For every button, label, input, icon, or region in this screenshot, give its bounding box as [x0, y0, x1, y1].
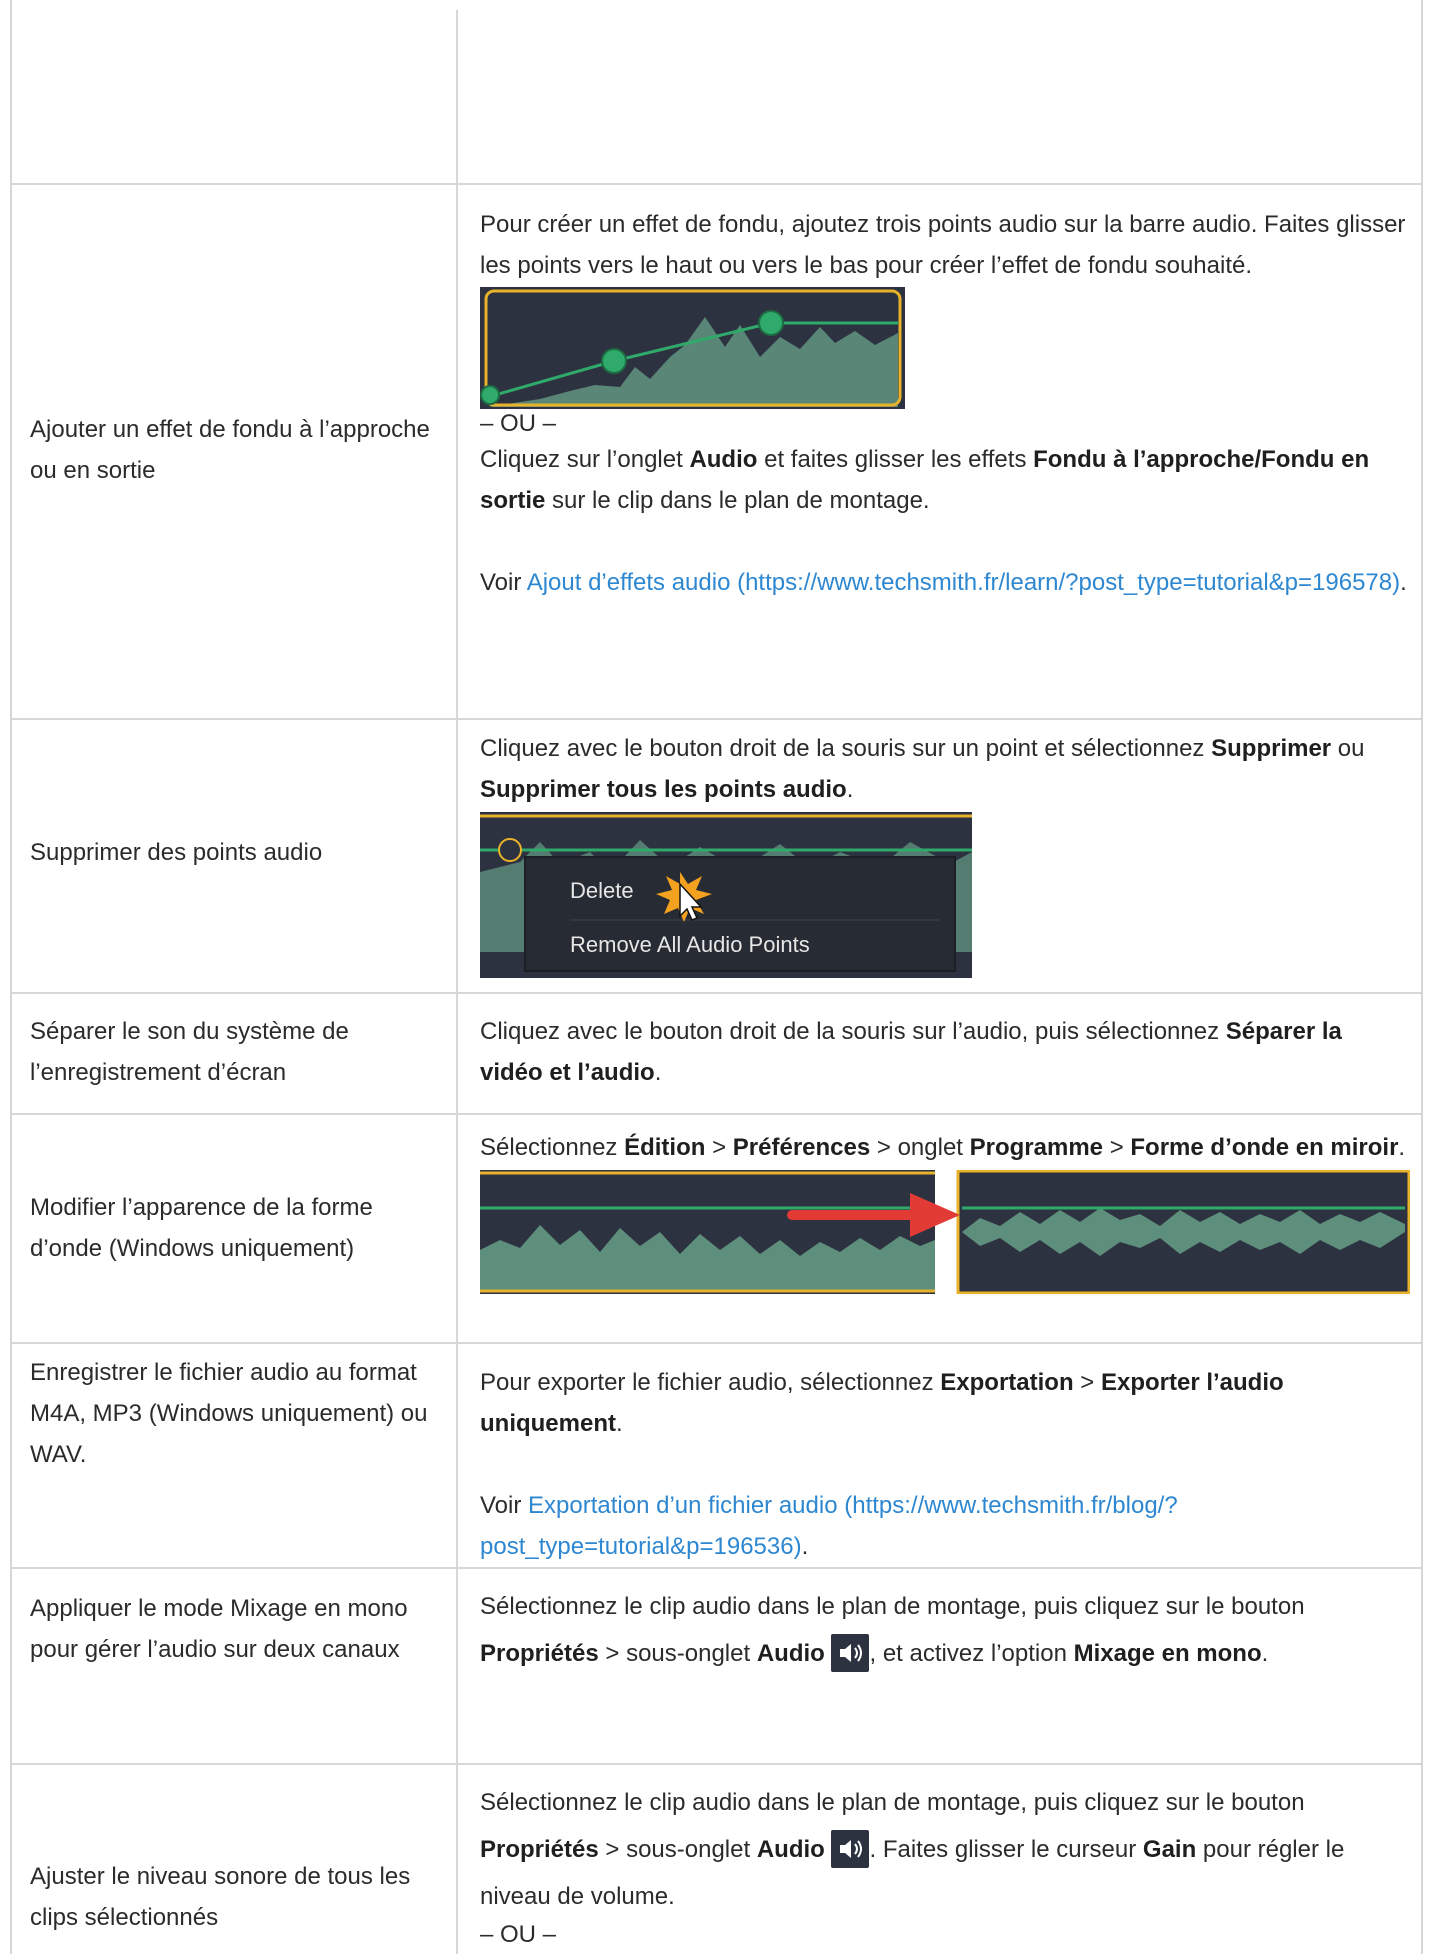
row-gain-label: Ajuster le niveau sonore de tous les cli… [30, 1863, 411, 1931]
waveform-instructions: Sélectionnez Édition > Préférences > ong… [480, 1127, 1410, 1168]
export-audio-link[interactable]: Exportation d’un fichier audio (https://… [480, 1492, 1178, 1560]
text: > sous-onglet [598, 1836, 757, 1863]
row-fade-label: Ajouter un effet de fondu à l’approche o… [30, 416, 430, 484]
row-fade-content: Pour créer un effet de fondu, ajoutez tr… [480, 204, 1410, 603]
row-divider [10, 1342, 1423, 1344]
row-divider [10, 1113, 1423, 1115]
text: ou [1331, 735, 1365, 762]
text: > sous-onglet [598, 1640, 757, 1667]
audio-speaker-icon [831, 1829, 870, 1868]
gain-or-separator: – OU – [480, 1921, 557, 1948]
tab-program: Programme [969, 1134, 1104, 1161]
text: . [1398, 1134, 1406, 1161]
text: . [846, 776, 854, 803]
row-divider [10, 718, 1423, 720]
text: . [1400, 569, 1407, 596]
fade-waveform-screenshot [480, 287, 905, 409]
text: Voir [480, 1492, 529, 1519]
row-mono-content: Sélectionnez le clip audio dans le plan … [480, 1583, 1410, 1677]
fade-instructions: Pour créer un effet de fondu, ajoutez tr… [480, 211, 1406, 279]
row-divider [10, 1763, 1423, 1765]
row-divider [10, 183, 1423, 185]
text: Sélectionnez le clip audio dans le plan … [480, 1593, 1305, 1620]
row-separate-label: Séparer le son du système de l’enregistr… [30, 1018, 349, 1086]
text: > [1103, 1134, 1131, 1161]
delete-instructions: Cliquez avec le bouton droit de la souri… [480, 728, 1410, 810]
menu-item-delete: Delete [570, 878, 634, 903]
fade-see-also: Voir Ajout d’effets audio (https://www.t… [480, 562, 1410, 603]
gain-instructions: Sélectionnez le clip audio dans le plan … [480, 1779, 1410, 1920]
separate-instructions: Cliquez avec le bouton droit de la souri… [480, 1011, 1410, 1093]
waveform-comparison-screenshot [480, 1170, 1410, 1294]
option-mirror-waveform: Forme d’onde en miroir [1130, 1134, 1399, 1161]
text: et faites glisser les effets [757, 446, 1034, 473]
text: sur le clip dans le plan de montage. [545, 487, 930, 514]
table-border-right [1421, 0, 1423, 1954]
fade-or-separator: – OU – [480, 410, 557, 437]
properties-button-name: Propriétés [480, 1640, 599, 1667]
text: Cliquez sur l’onglet [480, 446, 690, 473]
export-see-also: Voir Exportation d’un fichier audio (htt… [480, 1485, 1410, 1567]
delete-option: Supprimer [1211, 735, 1332, 762]
menu-preferences: Préférences [732, 1134, 871, 1161]
text: Sélectionnez le clip audio dans le plan … [480, 1789, 1305, 1816]
properties-button-name: Propriétés [480, 1836, 599, 1863]
audio-tab-name: Audio [689, 446, 758, 473]
text: > [705, 1134, 733, 1161]
audio-subtab-name: Audio [756, 1640, 825, 1667]
menu-export: Exportation [940, 1369, 1074, 1396]
text: . [654, 1059, 662, 1086]
delete-context-menu-screenshot: Delete Remove All Audio Points [480, 812, 972, 978]
row-export-content: Pour exporter le fichier audio, sélectio… [480, 1362, 1410, 1567]
text: . Faites glisser le curseur [869, 1836, 1143, 1863]
row-delete-content: Cliquez avec le bouton droit de la souri… [480, 728, 1410, 978]
row-gain-content: Sélectionnez le clip audio dans le plan … [480, 1779, 1410, 1950]
text: Cliquez avec le bouton droit de la souri… [480, 735, 1212, 762]
feature-table: Ajouter un effet de fondu à l’approche o… [0, 0, 1435, 1954]
audio-subtab-name: Audio [756, 1836, 825, 1863]
text: > [1073, 1369, 1101, 1396]
row-separate-content: Cliquez avec le bouton droit de la souri… [480, 1011, 1410, 1093]
row-waveform-content: Sélectionnez Édition > Préférences > ong… [480, 1127, 1410, 1294]
menu-item-remove-all: Remove All Audio Points [570, 932, 810, 957]
text: Cliquez avec le bouton droit de la souri… [480, 1018, 1226, 1045]
row-delete-label: Supprimer des points audio [30, 839, 323, 866]
text: Pour exporter le fichier audio, sélectio… [480, 1369, 941, 1396]
export-instructions: Pour exporter le fichier audio, sélectio… [480, 1362, 1410, 1444]
table-column-divider [456, 10, 458, 1954]
row-mono-label: Appliquer le mode Mixage en mono pour gé… [30, 1595, 408, 1663]
text: . [801, 1533, 809, 1560]
menu-edit: Édition [624, 1134, 706, 1161]
text: . [616, 1410, 623, 1437]
gain-slider-name: Gain [1142, 1836, 1197, 1863]
row-export-label: Enregistrer le fichier audio au format M… [30, 1359, 428, 1468]
audio-speaker-icon [831, 1633, 870, 1672]
table-border-left [10, 0, 12, 1954]
row-divider [10, 992, 1423, 994]
text: Sélectionnez [480, 1134, 625, 1161]
text: . [1261, 1640, 1269, 1667]
row-waveform-label: Modifier l’apparence de la forme d’onde … [30, 1194, 373, 1262]
fade-alternative: Cliquez sur l’onglet Audio et faites gli… [480, 439, 1410, 521]
remove-all-option: Supprimer tous les points audio [480, 776, 847, 803]
row-divider [10, 1567, 1423, 1569]
audio-effects-link[interactable]: Ajout d’effets audio (https://www.techsm… [527, 569, 1400, 596]
mono-instructions: Sélectionnez le clip audio dans le plan … [480, 1583, 1410, 1677]
text: > onglet [870, 1134, 970, 1161]
mono-mix-option: Mixage en mono [1073, 1640, 1262, 1667]
text: Voir [480, 569, 527, 596]
text: , et activez l’option [869, 1640, 1074, 1667]
